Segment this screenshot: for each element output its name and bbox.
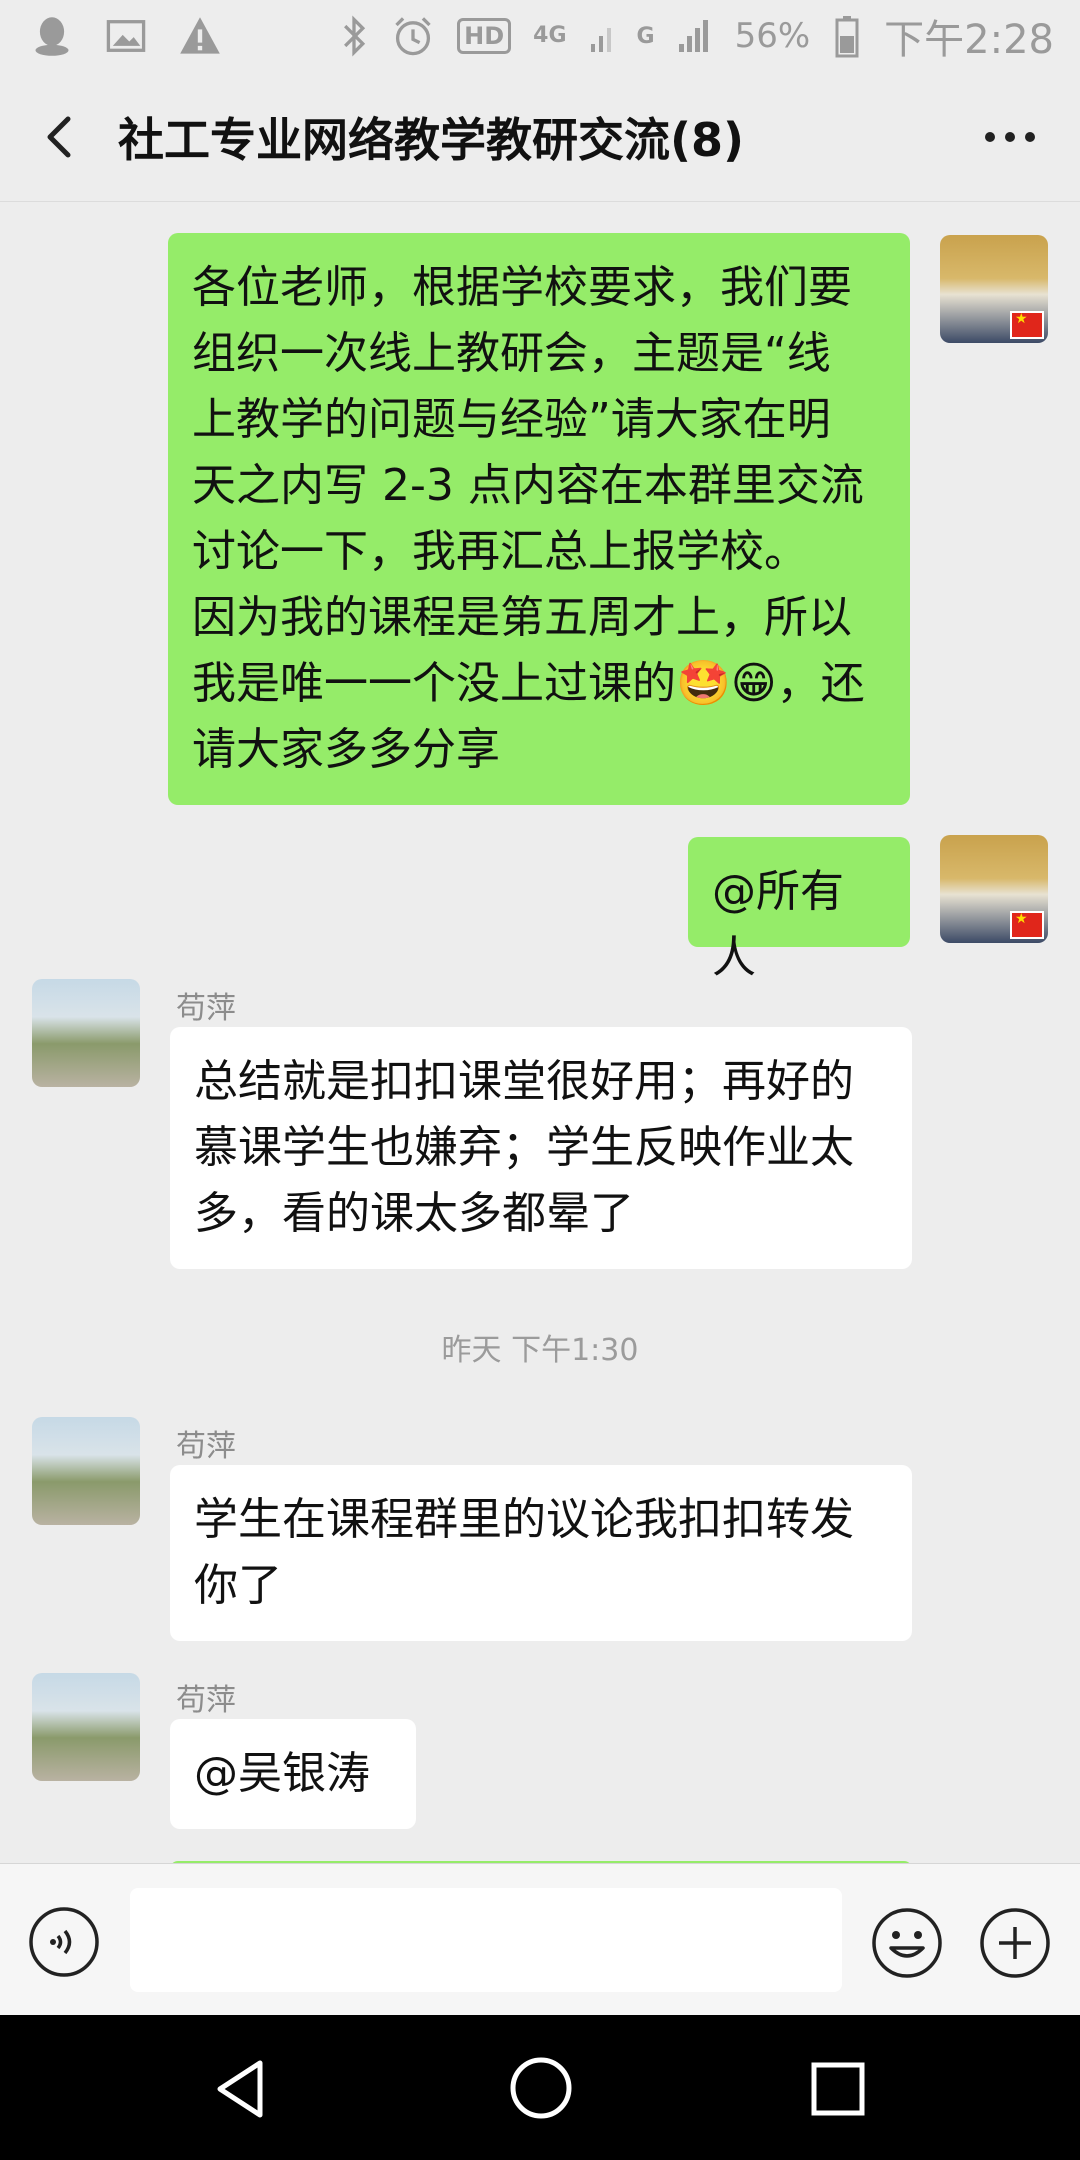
- input-bar: [0, 1863, 1080, 2015]
- network-g-label: G: [636, 23, 655, 49]
- chat-header: 社工专业网络教学教研交流(8): [0, 72, 1080, 202]
- message-bubble[interactable]: 学生在课程群里的议论我扣扣转发 你了: [170, 1465, 912, 1641]
- avatar-other[interactable]: [32, 1673, 140, 1781]
- sender-name: 苟萍: [176, 1683, 236, 1718]
- voice-icon[interactable]: [28, 1906, 100, 1978]
- sender-name: 苟萍: [176, 1429, 236, 1464]
- nav-home-icon[interactable]: [508, 2055, 574, 2121]
- chat-messages[interactable]: 各位老师，根据学校要求，我们要 组织一次线上教研会，主题是“线 上教学的问题与经…: [0, 203, 1080, 1863]
- status-bar: HD 4G G 56% 下午2:28: [0, 0, 1080, 72]
- bluetooth-icon: [344, 15, 366, 57]
- message-timestamp: 昨天 下午1:30: [441, 1333, 639, 1368]
- qq-icon: [35, 17, 69, 56]
- sender-name: 苟萍: [176, 991, 236, 1026]
- clock: 下午2:28: [884, 17, 1054, 63]
- avatar-other[interactable]: [32, 1417, 140, 1525]
- message-bubble[interactable]: 总结就是扣扣课堂很好用；再好的 慕课学生也嫌弃；学生反映作业太 多，看的课太多都…: [170, 1027, 912, 1269]
- signal-icon: [590, 28, 611, 52]
- flag-icon: [1010, 311, 1044, 339]
- avatar-me[interactable]: [940, 235, 1048, 343]
- network-4g-label: 4G: [533, 23, 567, 48]
- hd-badge: HD: [457, 18, 512, 54]
- nav-back-icon[interactable]: [210, 2057, 274, 2121]
- gallery-icon: [106, 20, 146, 52]
- plus-icon[interactable]: [978, 1906, 1052, 1980]
- page-title: 社工专业网络教学教研交流(8): [118, 112, 745, 167]
- message-input[interactable]: [130, 1888, 842, 1992]
- chevron-left-icon[interactable]: [30, 107, 90, 167]
- system-nav-bar: [0, 2015, 1080, 2160]
- warning-icon: [180, 17, 220, 54]
- flag-icon: [1010, 911, 1044, 939]
- message-bubble[interactable]: @吴银涛: [170, 1719, 416, 1829]
- battery-percent: 56%: [734, 16, 811, 56]
- emoji-icon[interactable]: [870, 1906, 944, 1980]
- message-bubble[interactable]: 各位老师，根据学校要求，我们要 组织一次线上教研会，主题是“线 上教学的问题与经…: [168, 233, 910, 805]
- signal-bars-icon: [678, 20, 708, 52]
- avatar-me[interactable]: [940, 835, 1048, 943]
- nav-recents-icon[interactable]: [810, 2061, 866, 2117]
- alarm-icon: [395, 17, 431, 56]
- message-bubble[interactable]: @所有人: [688, 837, 910, 983]
- more-dots-icon[interactable]: [980, 107, 1040, 167]
- avatar-other[interactable]: [32, 979, 140, 1087]
- battery-icon: [835, 16, 859, 58]
